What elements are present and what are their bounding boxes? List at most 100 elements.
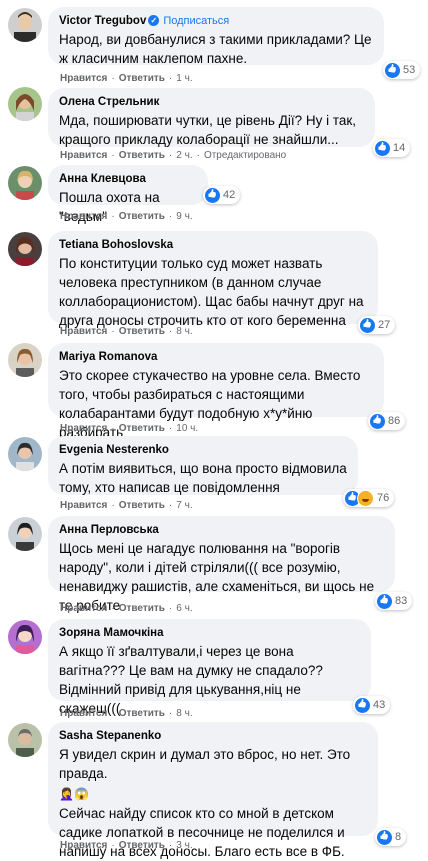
reply-button[interactable]: Ответить: [119, 150, 165, 161]
like-reaction-icon: [385, 62, 400, 78]
avatar[interactable]: [8, 87, 42, 121]
author-name[interactable]: Victor Tregubov: [59, 15, 146, 27]
like-button[interactable]: Нравится: [60, 500, 107, 511]
comment-actions: Нравится · Ответить · 8 ч.: [60, 708, 193, 719]
avatar[interactable]: [8, 8, 42, 42]
edited-label: Отредактировано: [203, 150, 287, 161]
reply-button[interactable]: Ответить: [119, 423, 165, 434]
like-reaction-icon: [355, 697, 370, 713]
comment-time[interactable]: 8 ч.: [176, 708, 192, 719]
comment-text: По конституции только суд может назвать …: [59, 256, 364, 328]
comment-bubble: Victor Tregubov ✓ Подписаться Народ, ви до…: [48, 7, 384, 66]
avatar[interactable]: [8, 343, 42, 377]
avatar[interactable]: [8, 723, 42, 757]
reaction-count: 86: [388, 415, 401, 427]
avatar[interactable]: [8, 437, 42, 471]
reaction-count: 76: [377, 492, 390, 504]
like-button[interactable]: Нравится: [60, 840, 107, 851]
comment-time[interactable]: 10 ч.: [176, 423, 198, 434]
comment-actions: Нравится · Ответить · 9 ч.: [60, 211, 193, 222]
comment-actions: Нравится · Ответить · 10 ч.: [60, 423, 199, 434]
reply-button[interactable]: Ответить: [119, 211, 165, 222]
avatar[interactable]: [8, 166, 42, 200]
comment-actions: Нравится · Ответить · 3 ч.: [60, 840, 193, 851]
like-button[interactable]: Нравится: [60, 708, 107, 719]
comment-author[interactable]: Анна Клевцова: [59, 172, 197, 186]
reactions-badge[interactable]: 43: [353, 696, 391, 714]
comment-time[interactable]: 3 ч.: [176, 840, 192, 851]
reaction-count: 43: [373, 699, 386, 711]
like-button[interactable]: Нравится: [60, 603, 107, 614]
comment-author[interactable]: Victor Tregubov ✓ Подписаться: [59, 14, 373, 28]
comment-bubble: Олена Стрельник Мда, поширювати чутки, ц…: [48, 88, 375, 147]
reactions-badge[interactable]: 27: [358, 316, 396, 334]
like-reaction-icon: [377, 829, 392, 845]
comment-bubble: Анна Перловська Щось мені це нагадує пол…: [48, 516, 395, 613]
haha-reaction-icon: [357, 489, 374, 507]
follow-link[interactable]: Подписаться: [163, 15, 229, 27]
reply-button[interactable]: Ответить: [119, 73, 165, 84]
reaction-count: 27: [378, 319, 391, 331]
comment-emoji-line: 🤦‍♀️😱: [59, 787, 89, 801]
avatar[interactable]: [8, 517, 42, 551]
reaction-count: 14: [393, 142, 406, 154]
comment-author[interactable]: Tetiana Bohoslovska: [59, 238, 367, 252]
reply-button[interactable]: Ответить: [119, 708, 165, 719]
reactions-badge[interactable]: 86: [368, 412, 406, 430]
comment-text: Я увидел скрин и думал это вброс, но нет…: [59, 747, 351, 781]
comment-text: Народ, ви довбанулися з такими прикладам…: [59, 32, 372, 66]
reactions-badge[interactable]: 14: [373, 139, 411, 157]
reply-button[interactable]: Ответить: [119, 326, 165, 337]
reactions-badge[interactable]: 42: [203, 186, 241, 204]
comment-bubble: Зоряна Мамочкіна А якщо її зґвалтували,і…: [48, 619, 371, 716]
comment-author[interactable]: Олена Стрельник: [59, 95, 364, 109]
comment-time[interactable]: 2 ч.: [176, 150, 192, 161]
reactions-badge[interactable]: 83: [375, 592, 413, 610]
like-button[interactable]: Нравится: [60, 150, 107, 161]
like-reaction-icon: [375, 140, 390, 156]
comment-author[interactable]: Evgenia Nesterenko: [59, 443, 347, 457]
reaction-count: 42: [223, 189, 236, 201]
like-button[interactable]: Нравится: [60, 326, 107, 337]
comment-text: А потім виявиться, що вона просто відмов…: [59, 461, 347, 495]
comment-text: Мда, поширювати чутки, це рівень Дії? Ну…: [59, 113, 357, 147]
comment-author[interactable]: Sasha Stepanenko: [59, 729, 367, 743]
reactions-badge[interactable]: 53: [383, 61, 421, 79]
reactions-badge[interactable]: 76: [343, 489, 395, 507]
like-reaction-icon: [377, 593, 392, 609]
verified-badge-icon: ✓: [148, 15, 160, 26]
comment-author[interactable]: Анна Перловська: [59, 523, 384, 537]
avatar[interactable]: [8, 232, 42, 266]
reaction-count: 53: [403, 64, 416, 76]
comment-bubble: Анна Клевцова Пошла охота на "ведьм": [48, 165, 208, 224]
avatar[interactable]: [8, 620, 42, 654]
like-reaction-icon: [370, 413, 385, 429]
reactions-badge[interactable]: 8: [375, 828, 407, 846]
like-button[interactable]: Нравится: [60, 211, 107, 222]
comment-time[interactable]: 9 ч.: [176, 211, 192, 222]
comment-actions: Нравится · Ответить · 2 ч. · Отредактировано: [60, 150, 287, 161]
comment-text: А якщо її зґвалтували,і через це вона ва…: [59, 644, 323, 716]
comment-bubble: Mariya Romanova Это скорее стукачество н…: [48, 343, 384, 440]
like-reaction-icon: [205, 187, 220, 203]
comment-time[interactable]: 7 ч.: [176, 500, 192, 511]
comment-time[interactable]: 6 ч.: [176, 603, 192, 614]
comment-actions: Нравится · Ответить · 8 ч.: [60, 326, 193, 337]
comment-actions: Нравится · Ответить · 1 ч.: [60, 73, 193, 84]
reply-button[interactable]: Ответить: [119, 500, 165, 511]
reply-button[interactable]: Ответить: [119, 840, 165, 851]
reaction-count: 83: [395, 595, 408, 607]
comment-text-continued: Сейчас найду список кто со мной в детско…: [59, 806, 345, 859]
comment-time[interactable]: 8 ч.: [176, 326, 192, 337]
comment-author[interactable]: Mariya Romanova: [59, 350, 373, 364]
comment-actions: Нравится · Ответить · 7 ч.: [60, 500, 193, 511]
like-button[interactable]: Нравится: [60, 423, 107, 434]
comment-actions: Нравится · Ответить · 6 ч.: [60, 603, 193, 614]
reaction-count: 8: [395, 831, 402, 843]
comment-time[interactable]: 1 ч.: [176, 73, 192, 84]
comment-author[interactable]: Зоряна Мамочкіна: [59, 626, 360, 640]
comment-bubble: Tetiana Bohoslovska По конституции тольк…: [48, 231, 378, 328]
reply-button[interactable]: Ответить: [119, 603, 165, 614]
comment-bubble: Sasha Stepanenko Я увидел скрин и думал …: [48, 722, 378, 859]
like-button[interactable]: Нравится: [60, 73, 107, 84]
